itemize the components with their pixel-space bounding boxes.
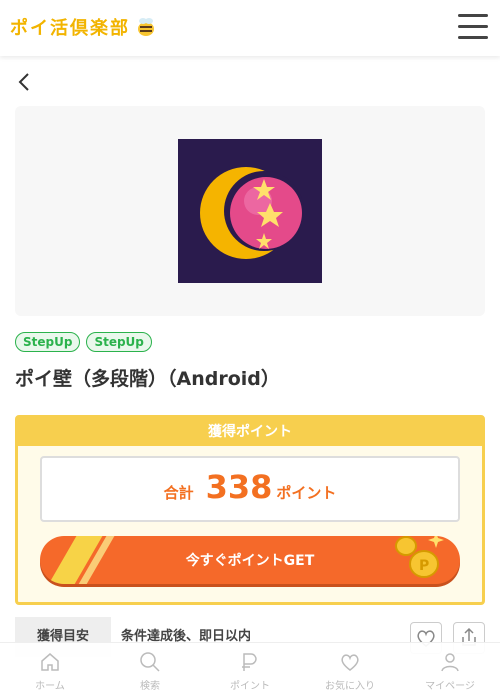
stepup-tag: StepUp <box>86 332 152 352</box>
point-icon <box>242 653 257 671</box>
chevron-left-icon <box>18 73 29 91</box>
nav-label: お気に入り <box>325 681 375 692</box>
nav-favorites[interactable]: お気に入り <box>300 643 400 700</box>
offer-title: ポイ壁（多段階）（Android） <box>15 368 280 390</box>
home-icon <box>41 653 59 671</box>
points-panel: 獲得ポイント 合計 338 ポイント 今すぐポイントGET P <box>15 415 485 605</box>
nav-label: ホーム <box>35 681 65 692</box>
nav-label: マイページ <box>425 681 475 692</box>
svg-text:P: P <box>419 558 429 574</box>
site-logo[interactable]: ポイ活倶楽部 <box>10 14 158 40</box>
heart-icon <box>341 654 359 671</box>
back-button[interactable] <box>14 70 38 94</box>
nav-home[interactable]: ホーム <box>0 643 100 700</box>
nav-points[interactable]: ポイント <box>200 643 300 700</box>
search-icon <box>140 652 160 672</box>
coins-icon: P <box>395 536 444 578</box>
total-value: 338 <box>205 468 273 506</box>
bee-icon <box>138 18 154 36</box>
get-points-label: 今すぐポイントGET <box>185 553 315 569</box>
user-icon <box>441 653 459 672</box>
app-header: ポイ活倶楽部 <box>0 0 500 56</box>
nav-label: ポイント <box>230 681 270 692</box>
logo-text: ポイ活倶楽部 <box>10 18 130 39</box>
offer-tags: StepUp StepUp <box>15 332 152 352</box>
nav-mypage[interactable]: マイページ <box>400 643 500 700</box>
get-points-button[interactable]: 今すぐポイントGET P <box>40 536 460 584</box>
nav-label: 検索 <box>140 681 160 692</box>
app-hero-banner <box>15 106 485 316</box>
total-label: 合計 <box>163 484 194 502</box>
stepup-tag: StepUp <box>15 332 81 352</box>
hamburger-icon[interactable] <box>458 14 488 40</box>
points-unit: ポイント <box>276 484 337 502</box>
bottom-navigation: ホーム 検索 ポイント お気に入り マイページ <box>0 642 500 700</box>
points-panel-header: 獲得ポイント <box>18 418 482 446</box>
app-icon <box>178 139 322 283</box>
nav-search[interactable]: 検索 <box>100 643 200 700</box>
total-points: 合計 338 ポイント <box>40 456 460 522</box>
